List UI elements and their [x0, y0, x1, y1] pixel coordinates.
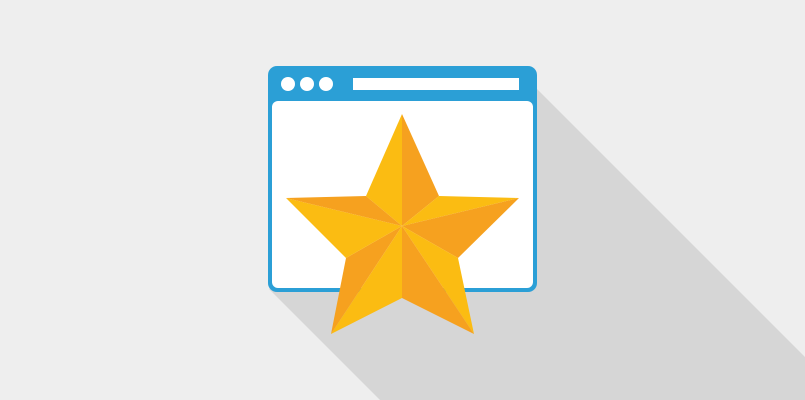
address-bar [353, 78, 519, 90]
window-dot-1 [281, 77, 295, 91]
window-dot-3 [319, 77, 333, 91]
illustration-canvas [0, 0, 805, 400]
browser-star-illustration [268, 66, 805, 400]
window-dot-2 [300, 77, 314, 91]
